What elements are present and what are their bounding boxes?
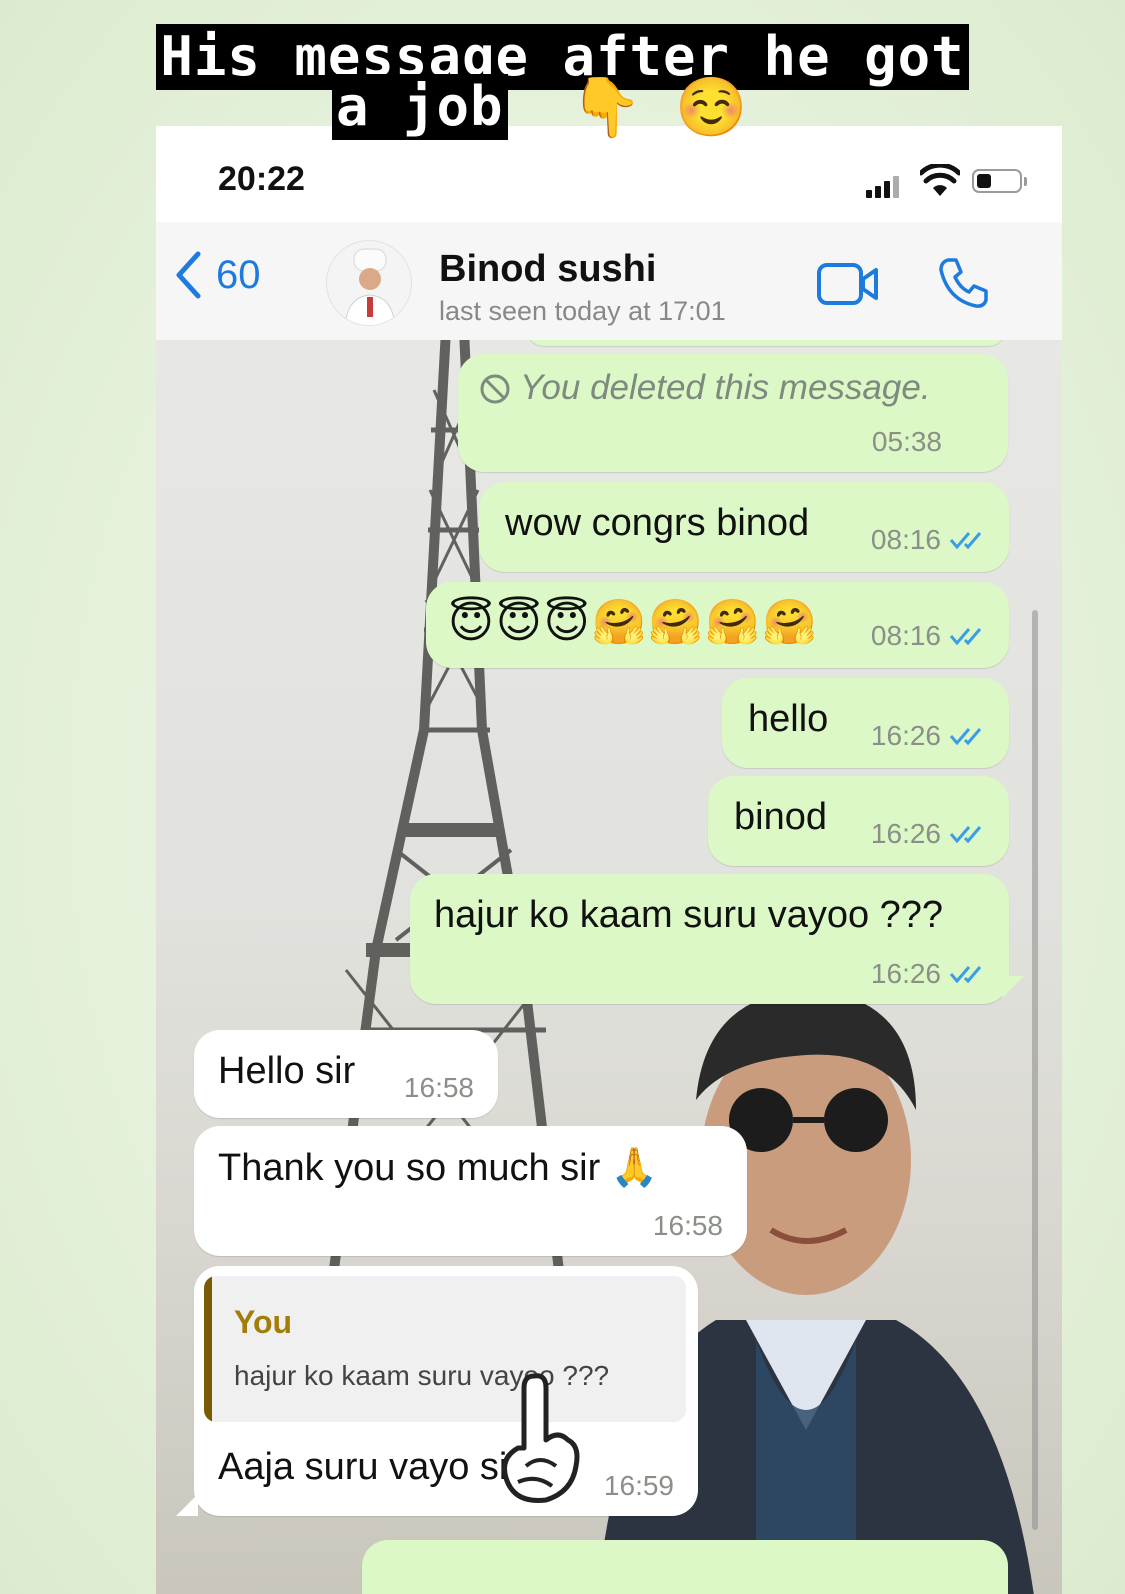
double-check-icon <box>949 966 982 984</box>
message-partial-bottom[interactable] <box>362 1540 1008 1594</box>
last-seen-status: last seen today at 17:01 <box>439 296 726 326</box>
message-text: wow congrs binod <box>505 502 810 544</box>
message-time: 16:59 <box>603 1470 674 1501</box>
message-time: 16:26 <box>871 958 989 990</box>
caption-line-1: His message after he got <box>156 24 969 90</box>
message-time: 08:16 <box>871 524 989 556</box>
message-text: You deleted this message. <box>520 368 931 407</box>
chat-header: 60 Binod sushi last seen today at 17:01 <box>156 222 1062 341</box>
message-time: 16:26 <box>871 818 989 850</box>
back-button[interactable]: 60 <box>174 250 261 300</box>
message-incoming[interactable]: Thank you so much sir 🙏 16:58 <box>194 1126 747 1256</box>
quote-bar <box>204 1276 212 1422</box>
scrollbar[interactable] <box>1032 610 1038 1530</box>
double-check-icon <box>949 532 982 550</box>
message-time: 16:26 <box>871 720 989 752</box>
message-time: 16:58 <box>652 1210 723 1241</box>
story-caption: His message after he got <box>0 24 1125 90</box>
avatar[interactable] <box>326 240 412 326</box>
message-text: hajur ko kaam suru vayoo ??? <box>434 894 944 936</box>
double-check-icon <box>949 628 982 646</box>
message-deleted[interactable]: You deleted this message. 05:38 <box>458 354 1008 472</box>
chat-area[interactable]: You deleted this message. 05:38 wow cong… <box>156 340 1062 1594</box>
message-outgoing[interactable]: binod 16:26 <box>708 776 1009 866</box>
message-outgoing[interactable]: hajur ko kaam suru vayoo ??? 16:26 <box>410 874 1009 1004</box>
status-bar: 20:22 <box>156 126 1062 222</box>
status-time: 20:22 <box>218 160 305 198</box>
video-camera-icon[interactable] <box>816 262 880 306</box>
message-time: 16:58 <box>403 1072 474 1103</box>
quoted-message[interactable]: You hajur ko kaam suru vayoo ??? <box>204 1276 686 1422</box>
battery-icon <box>972 169 1027 193</box>
signal-icon <box>866 176 899 198</box>
bubble-tail <box>176 1494 198 1516</box>
whatsapp-screenshot: 20:22 60 Binod sushi last seen today at … <box>156 126 1062 1594</box>
message-time: 08:16 <box>871 620 989 652</box>
wifi-icon <box>920 164 960 196</box>
smiling-emoji: ☺️ <box>675 75 748 140</box>
message-partial-top[interactable] <box>526 340 1006 346</box>
message-incoming-reply[interactable]: You hajur ko kaam suru vayoo ??? Aaja su… <box>194 1266 698 1516</box>
pointing-down-emoji: 👇 <box>570 75 643 140</box>
unread-count: 60 <box>216 252 261 297</box>
message-text: Aaja suru vayo sir <box>218 1446 521 1488</box>
message-outgoing[interactable]: hello 16:26 <box>722 678 1009 768</box>
chevron-left-icon <box>176 251 201 299</box>
pointing-hand-icon <box>502 1373 580 1504</box>
message-text: Hello sir <box>218 1050 356 1092</box>
message-outgoing[interactable]: 😇😇😇🤗🤗🤗🤗 08:16 <box>426 582 1009 668</box>
message-text: hello <box>748 698 829 740</box>
contact-name[interactable]: Binod sushi <box>439 248 656 291</box>
quote-author: You <box>234 1304 293 1340</box>
message-text: binod <box>734 796 827 838</box>
double-check-icon <box>949 826 982 844</box>
prohibited-icon <box>480 374 510 404</box>
message-incoming[interactable]: Hello sir 16:58 <box>194 1030 498 1118</box>
double-check-icon <box>949 728 982 746</box>
message-outgoing[interactable]: wow congrs binod 08:16 <box>479 482 1009 572</box>
message-text: 😇😇😇🤗🤗🤗🤗 <box>448 598 819 647</box>
phone-icon[interactable] <box>936 256 990 310</box>
chef-portrait-icon <box>344 248 396 325</box>
caption-line-2: a job <box>332 74 508 140</box>
bubble-tail <box>1002 976 1024 998</box>
message-time: 05:38 <box>871 426 942 457</box>
message-text: Thank you so much sir 🙏 <box>218 1147 659 1189</box>
